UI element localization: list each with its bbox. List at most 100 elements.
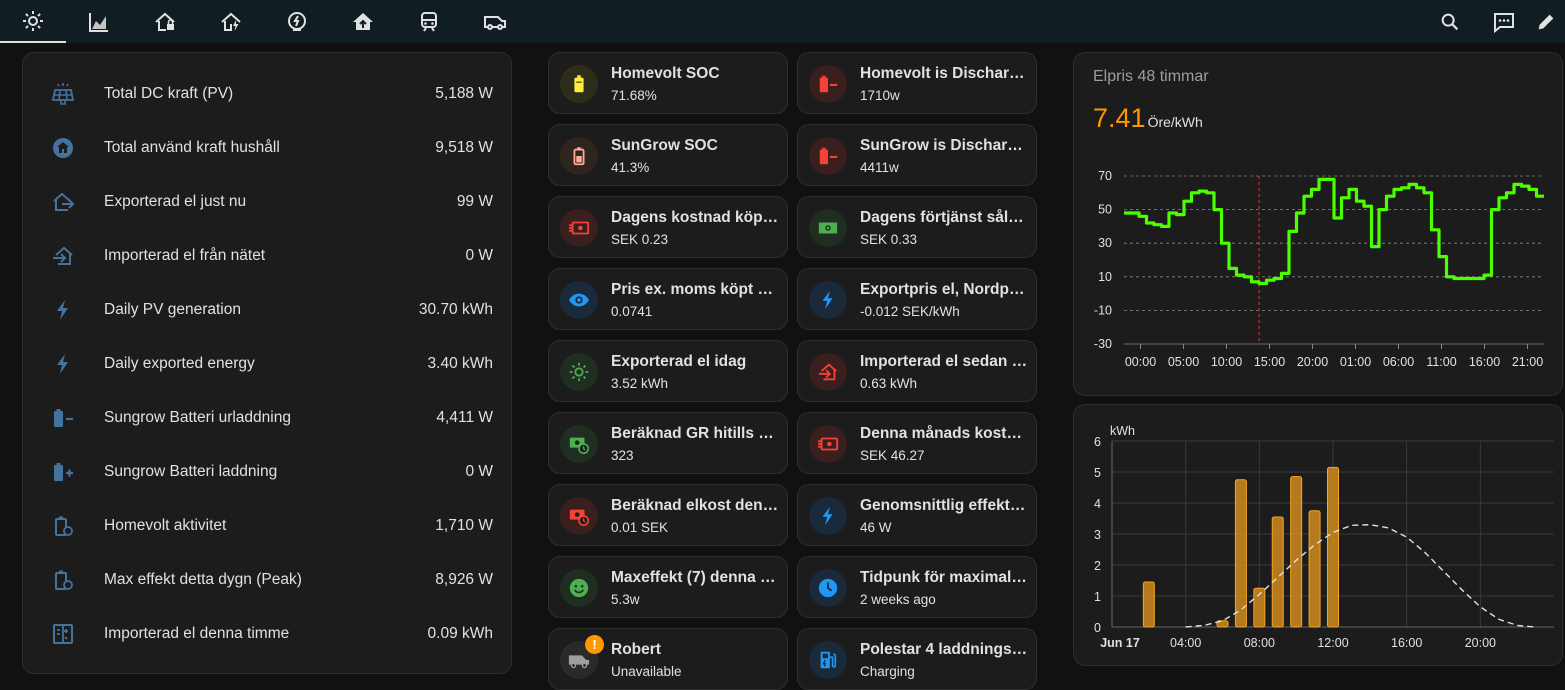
entity-row[interactable]: Daily PV generation 30.70 kWh — [23, 283, 511, 337]
tile-card[interactable]: Maxeffekt (7) denna … 5.3w — [548, 556, 788, 618]
home-import-icon — [50, 243, 76, 269]
y-tick-label: 0 — [1094, 621, 1101, 635]
y-tick-label: 50 — [1098, 203, 1112, 217]
tile-icon-wrap[interactable] — [560, 569, 598, 607]
tile-icon-wrap[interactable] — [809, 497, 847, 535]
entity-row[interactable]: Importerad el denna timme 0.09 kWh — [23, 607, 511, 661]
tile-card[interactable]: Homevolt is Discharg… 1710w — [797, 52, 1037, 114]
home-export-icon — [353, 12, 373, 30]
tab-solar[interactable] — [0, 0, 66, 43]
tile-icon-wrap[interactable] — [560, 209, 598, 247]
entity-name: Total använd kraft hushåll — [104, 139, 280, 156]
entity-row[interactable]: Homevolt aktivitet 1,710 W — [23, 499, 511, 553]
tile-card[interactable]: Dagens förtjänst såld… SEK 0.33 — [797, 196, 1037, 258]
tile-card[interactable]: Beräknad elkost denn… 0.01 SEK — [548, 484, 788, 546]
tile-card[interactable]: Exporterad el idag 3.52 kWh — [548, 340, 788, 402]
battery-medium-icon — [573, 147, 585, 166]
entity-row[interactable]: Max effekt detta dygn (Peak) 8,926 W — [23, 553, 511, 607]
cash-minus-icon — [568, 221, 590, 235]
tile-state: SEK 46.27 — [860, 448, 925, 463]
x-tick-label: 00:00 — [1125, 355, 1156, 369]
tile-card[interactable]: Dagens kostnad köpt … SEK 0.23 — [548, 196, 788, 258]
entity-row[interactable]: Exporterad el just nu 99 W — [23, 175, 511, 229]
y-tick-label: 1 — [1094, 590, 1101, 604]
entity-name: Importerad el från nätet — [104, 247, 266, 264]
price-chart-card: Elpris 48 timmar 7.41 Öre/kWh 70 50 30 10 -10… — [1073, 52, 1563, 396]
entity-row[interactable]: Daily exported energy 3.40 kWh — [23, 337, 511, 391]
tile-card[interactable]: SunGrow SOC 41.3% — [548, 124, 788, 186]
tile-card[interactable]: ! Robert Unavailable — [548, 628, 788, 690]
energy-bar — [1308, 510, 1321, 628]
edit-icon — [1538, 14, 1554, 29]
van-utility-icon — [484, 15, 506, 30]
entity-row[interactable]: Total DC kraft (PV) 5,188 W — [23, 67, 511, 121]
tile-card[interactable]: Denna månads kostn… SEK 46.27 — [797, 412, 1037, 474]
tile-card[interactable]: Homevolt SOC 71.68% — [548, 52, 788, 114]
tile-card[interactable]: Exportpris el, Nordpol… -0.012 SEK/kWh — [797, 268, 1037, 330]
assist-button[interactable] — [1484, 0, 1524, 43]
tile-icon-wrap[interactable] — [809, 281, 847, 319]
tile-card[interactable]: Genomsnittlig effekt i… 46 W — [797, 484, 1037, 546]
eye-icon — [568, 293, 590, 307]
home-export-icon — [50, 189, 76, 215]
tile-icon-wrap[interactable] — [560, 353, 598, 391]
tile-icon-wrap[interactable] — [560, 497, 598, 535]
tile-icon-wrap[interactable] — [560, 137, 598, 175]
tab-statistics[interactable] — [66, 0, 132, 43]
tab-car[interactable] — [396, 0, 462, 43]
tile-icon-wrap[interactable] — [809, 65, 847, 103]
tile-name: Robert — [611, 641, 661, 658]
tile-icon-wrap[interactable] — [809, 353, 847, 391]
tile-state: 0.01 SEK — [611, 520, 669, 535]
battery-plus-icon — [50, 459, 76, 485]
tab-van[interactable] — [462, 0, 528, 43]
energy-bar — [1271, 516, 1284, 628]
tile-card[interactable]: Beräknad GR hitills d… 323 — [548, 412, 788, 474]
x-tick-label: 10:00 — [1211, 355, 1242, 369]
tile-icon-wrap[interactable] — [809, 425, 847, 463]
tile-card[interactable]: SunGrow is Discharg… 4411w — [797, 124, 1037, 186]
tab-home-lock[interactable] — [132, 0, 198, 43]
tile-name: Polestar 4 laddningss… — [860, 641, 1028, 658]
cash-icon — [818, 222, 838, 234]
tile-icon-wrap[interactable] — [809, 569, 847, 607]
tile-name: Denna månads kostn… — [860, 425, 1028, 442]
tab-meter[interactable] — [264, 0, 330, 43]
tab-home-power[interactable] — [198, 0, 264, 43]
tile-card[interactable]: Pris ex. moms köpt el… 0.0741 — [548, 268, 788, 330]
tile-name: Beräknad elkost denn… — [611, 497, 779, 514]
tile-icon-wrap[interactable] — [560, 65, 598, 103]
home-lightning-icon — [221, 12, 241, 31]
search-button[interactable] — [1430, 0, 1470, 43]
tile-icon-wrap[interactable] — [560, 425, 598, 463]
tab-home-export[interactable] — [330, 0, 396, 43]
battery-sync-icon — [50, 513, 76, 539]
entity-name: Importerad el denna timme — [104, 625, 290, 642]
tile-card[interactable]: Polestar 4 laddningss… Charging — [797, 628, 1037, 690]
top-toolbar — [0, 0, 1565, 43]
entity-value: 99 W — [456, 193, 493, 210]
meter-electric-icon — [288, 11, 306, 31]
edit-dashboard-button[interactable] — [1535, 0, 1565, 43]
entity-row[interactable]: Sungrow Batteri urladdning 4,411 W — [23, 391, 511, 445]
entity-row[interactable]: Total använd kraft hushåll 9,518 W — [23, 121, 511, 175]
entity-row[interactable]: Sungrow Batteri laddning 0 W — [23, 445, 511, 499]
tile-state: 4411w — [860, 160, 899, 175]
entity-value: 9,518 W — [435, 139, 493, 156]
tile-icon-wrap[interactable] — [809, 209, 847, 247]
entity-row[interactable]: Importerad el från nätet 0 W — [23, 229, 511, 283]
y-tick-label: -30 — [1094, 337, 1112, 351]
solar-forecast-card: kWh 0 1 2 3 4 5 6 Jun 17 04:00 08:00 12:00 16:00 20:0… — [1073, 404, 1563, 666]
tile-name: Importerad el sedan … — [860, 353, 1028, 370]
y-tick-label: 6 — [1094, 435, 1101, 449]
energy-bar — [1234, 479, 1247, 628]
tile-card[interactable]: Importerad el sedan … 0.63 kWh — [797, 340, 1037, 402]
tile-icon-wrap[interactable] — [809, 137, 847, 175]
tile-state: SEK 0.33 — [860, 232, 918, 247]
tile-card[interactable]: Tidpunk för maximal … 2 weeks ago — [797, 556, 1037, 618]
flash-icon — [50, 351, 76, 377]
entity-name: Daily PV generation — [104, 301, 241, 318]
tile-icon-wrap[interactable] — [560, 281, 598, 319]
entity-name: Homevolt aktivitet — [104, 517, 227, 534]
tile-icon-wrap[interactable] — [809, 641, 847, 679]
